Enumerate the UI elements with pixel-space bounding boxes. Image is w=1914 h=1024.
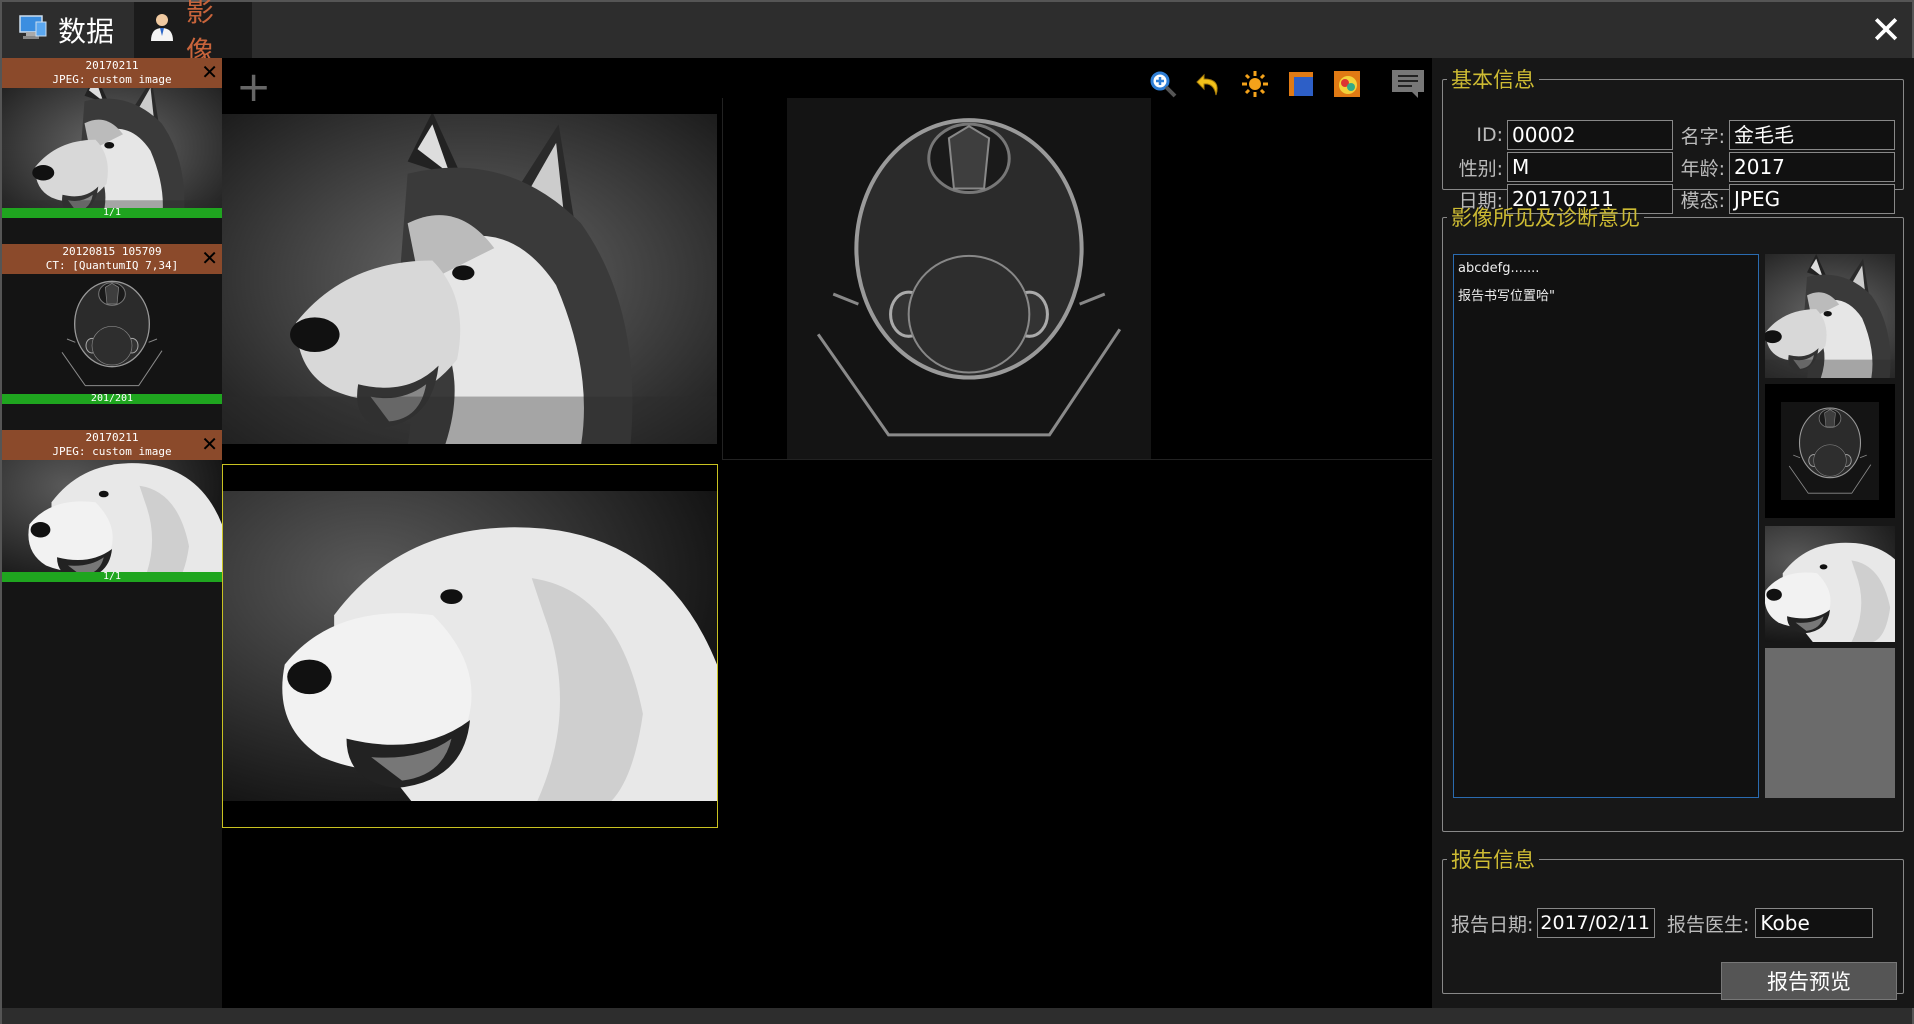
series-thumbnail[interactable]	[2, 460, 222, 572]
report-info-legend: 报告信息	[1451, 848, 1535, 872]
report-thumbnail[interactable]	[1765, 254, 1895, 378]
report-doctor-field[interactable]: Kobe	[1755, 908, 1874, 938]
series-date: 20170211	[85, 431, 139, 444]
report-thumbnail[interactable]	[1765, 384, 1895, 518]
basic-info-group: 基本信息 ID: 00002 名字: 金毛毛 性别: M 年龄: 2017 日期…	[1442, 64, 1904, 214]
report-date-label: 报告日期:	[1451, 913, 1534, 936]
window-icon[interactable]	[1285, 68, 1317, 100]
viewport-3-active[interactable]	[222, 464, 718, 828]
sex-label: 性别:	[1458, 157, 1503, 180]
brightness-icon[interactable]	[1239, 68, 1271, 100]
zoom-icon[interactable]	[1147, 68, 1179, 100]
report-date-field[interactable]: 2017/02/11	[1537, 908, 1656, 938]
monitor-icon	[18, 12, 48, 49]
sex-field[interactable]: M	[1507, 152, 1673, 182]
findings-text-line: 报告书写位置哈"	[1458, 289, 1555, 304]
series-progress: 1/1	[2, 572, 222, 582]
age-label: 年龄:	[1680, 157, 1725, 180]
report-thumbnail-empty[interactable]	[1765, 648, 1895, 798]
id-label: ID:	[1476, 124, 1503, 146]
series-desc: CT: [QuantumIQ 7,34]	[45, 259, 179, 272]
doctor-icon	[148, 12, 176, 49]
tab-image[interactable]: 影像	[134, 0, 252, 68]
series-thumbnail[interactable]	[2, 88, 222, 208]
series-desc: JPEG: custom image	[52, 445, 172, 458]
viewer-toolbar	[1147, 68, 1363, 100]
close-series-button[interactable]: ✕	[201, 433, 218, 455]
viewport-2[interactable]	[722, 98, 1432, 460]
close-series-button[interactable]: ✕	[201, 61, 218, 83]
age-field[interactable]: 2017	[1729, 152, 1895, 182]
tab-data-label: 数据	[58, 15, 115, 48]
findings-text-line: abcdefg.......	[1458, 261, 1540, 276]
series-item[interactable]: 20120815 105709 CT: [QuantumIQ 7,34] ✕ 2…	[2, 244, 222, 404]
info-panel: 基本信息 ID: 00002 名字: 金毛毛 性别: M 年龄: 2017 日期…	[1432, 58, 1914, 1008]
image-viewer: +	[222, 58, 1432, 1008]
series-thumbnail[interactable]	[2, 274, 222, 394]
comment-icon[interactable]	[1390, 68, 1426, 100]
close-series-button[interactable]: ✕	[201, 247, 218, 269]
top-bar: 数据 影像 ✕	[2, 0, 1912, 68]
findings-legend: 影像所见及诊断意见	[1451, 206, 1640, 230]
report-doctor-label: 报告医生:	[1667, 913, 1750, 936]
tab-data[interactable]: 数据	[4, 2, 134, 58]
close-app-button[interactable]: ✕	[1866, 10, 1906, 50]
color-icon[interactable]	[1331, 68, 1363, 100]
series-item[interactable]: 20170211 JPEG: custom image ✕ 1/1	[2, 58, 222, 218]
series-header: 20170211 JPEG: custom image ✕	[2, 430, 222, 460]
undo-icon[interactable]	[1193, 68, 1225, 100]
close-icon: ✕	[1870, 8, 1902, 52]
report-info-group: 报告信息 报告日期: 2017/02/11 报告医生: Kobe 报告预览	[1442, 844, 1904, 1000]
series-progress: 1/1	[2, 208, 222, 218]
app-window: 数据 影像 ✕ 20170211 JPEG: custom image ✕ 1/…	[0, 0, 1914, 1024]
report-thumbnail[interactable]	[1765, 526, 1895, 642]
series-date: 20170211	[85, 59, 139, 72]
basic-info-legend: 基本信息	[1451, 68, 1535, 92]
findings-textarea[interactable]: abcdefg....... 报告书写位置哈"	[1453, 254, 1759, 798]
id-field[interactable]: 00002	[1507, 120, 1673, 150]
name-label: 名字:	[1680, 125, 1725, 148]
series-desc: JPEG: custom image	[52, 73, 172, 86]
viewport-4-empty[interactable]	[722, 464, 1432, 828]
status-bar	[2, 1008, 1912, 1024]
series-header: 20120815 105709 CT: [QuantumIQ 7,34] ✕	[2, 244, 222, 274]
series-progress: 201/201	[2, 394, 222, 404]
series-date: 20120815 105709	[62, 245, 162, 258]
findings-group: 影像所见及诊断意见 abcdefg....... 报告书写位置哈"	[1442, 202, 1904, 832]
name-field[interactable]: 金毛毛	[1729, 120, 1895, 150]
viewport-1[interactable]	[222, 114, 717, 444]
add-icon[interactable]: +	[236, 66, 271, 108]
series-panel: 20170211 JPEG: custom image ✕ 1/1 201208…	[2, 58, 222, 1008]
report-preview-button[interactable]: 报告预览	[1721, 962, 1897, 1000]
series-item[interactable]: 20170211 JPEG: custom image ✕ 1/1	[2, 430, 222, 582]
series-header: 20170211 JPEG: custom image ✕	[2, 58, 222, 88]
